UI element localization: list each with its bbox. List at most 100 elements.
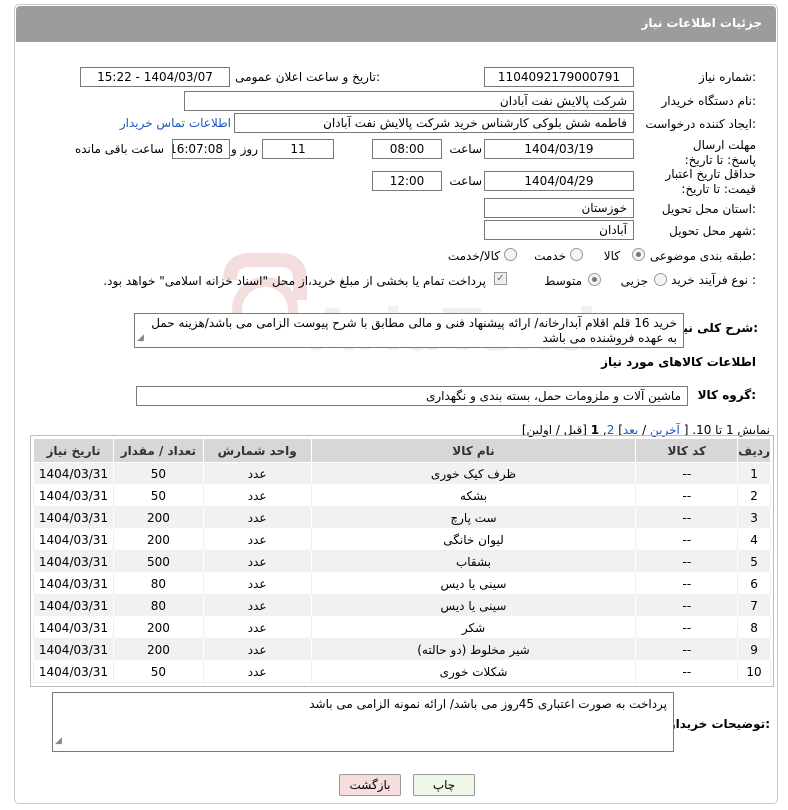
buyer-org-label: نام دستگاه خریدار: bbox=[661, 94, 757, 108]
items-table: ردیف کد کالا نام کالا واحد شمارش تعداد /… bbox=[33, 438, 771, 683]
cell-name: ظرف کیک خوری bbox=[310, 462, 637, 485]
process-radio-minor[interactable] bbox=[654, 273, 667, 286]
cell-row: 1 bbox=[737, 462, 771, 485]
category-label: طبقه بندی موضوعی: bbox=[649, 249, 756, 263]
cell-unit: عدد bbox=[202, 638, 312, 661]
cell-quantity: 80 bbox=[113, 594, 204, 617]
description-text: خرید 16 قلم اقلام آبدارخانه/ ارائه پیشنه… bbox=[151, 316, 677, 345]
cell-code: -- bbox=[635, 638, 739, 661]
price-validity-time-label: ساعت bbox=[449, 174, 482, 188]
cell-date: 1404/03/31 bbox=[33, 638, 114, 661]
category-radio-service[interactable] bbox=[570, 248, 583, 261]
cell-quantity: 200 bbox=[113, 506, 204, 529]
table-row: 3 -- ست پارچ عدد 200 1404/03/31 bbox=[33, 506, 771, 529]
payment-note: پرداخت تمام یا بخشی از مبلغ خرید،از محل … bbox=[103, 274, 486, 288]
description-textarea: خرید 16 قلم اقلام آبدارخانه/ ارائه پیشنه… bbox=[134, 313, 684, 348]
buyer-notes-textarea: پرداخت به صورت اعتباری 45روز می باشد/ ار… bbox=[52, 692, 674, 752]
province-label: استان محل تحویل: bbox=[661, 202, 756, 216]
cell-row: 4 bbox=[737, 528, 771, 551]
city-label: شهر محل تحویل: bbox=[669, 224, 756, 238]
cell-name: لیوان خانگی bbox=[310, 528, 637, 551]
cell-name: شکر bbox=[310, 616, 637, 639]
buyer-org-field: شرکت پالایش نفت آبادان bbox=[184, 91, 634, 111]
cell-row: 3 bbox=[737, 506, 771, 529]
cell-date: 1404/03/31 bbox=[33, 528, 114, 551]
cell-quantity: 50 bbox=[113, 484, 204, 507]
city-field: آبادان bbox=[484, 220, 634, 240]
table-row: 5 -- بشقاب عدد 500 1404/03/31 bbox=[33, 550, 771, 573]
treasury-payment-checkbox[interactable]: ✓ bbox=[494, 272, 507, 285]
cell-name: شکلات خوری bbox=[310, 660, 637, 683]
cell-quantity: 80 bbox=[113, 572, 204, 595]
cell-row: 7 bbox=[737, 594, 771, 617]
cell-code: -- bbox=[635, 506, 739, 529]
cell-name: ست پارچ bbox=[310, 506, 637, 529]
cell-code: -- bbox=[635, 462, 739, 485]
cell-date: 1404/03/31 bbox=[33, 550, 114, 573]
deadline-date-field: 1404/03/19 bbox=[484, 139, 634, 159]
need-number-field: 1104092179000791 bbox=[484, 67, 634, 87]
cell-name: سینی یا دیس bbox=[310, 594, 637, 617]
cell-unit: عدد bbox=[202, 506, 312, 529]
cell-name: سینی یا دیس bbox=[310, 572, 637, 595]
process-label: نوع فرآیند خرید : bbox=[671, 273, 756, 287]
cell-unit: عدد bbox=[202, 572, 312, 595]
cell-date: 1404/03/31 bbox=[33, 484, 114, 507]
cell-quantity: 50 bbox=[113, 660, 204, 683]
remaining-time-field: 16:07:08 bbox=[172, 139, 230, 159]
province-field: خوزستان bbox=[484, 198, 634, 218]
col-name-header: نام کالا bbox=[310, 438, 637, 463]
col-code-header: کد کالا bbox=[635, 438, 739, 463]
cell-code: -- bbox=[635, 616, 739, 639]
table-row: 6 -- سینی یا دیس عدد 80 1404/03/31 bbox=[33, 572, 771, 595]
resize-grip-icon[interactable]: ◢ bbox=[55, 732, 62, 750]
category-option-goods-service: کالا/خدمت bbox=[447, 249, 500, 263]
col-row-header: ردیف bbox=[737, 438, 771, 463]
announce-datetime-field: 1404/03/07 - 15:22 bbox=[80, 67, 230, 87]
goods-section-title: اطلاعات کالاهای مورد نیاز bbox=[601, 355, 756, 369]
cell-date: 1404/03/31 bbox=[33, 660, 114, 683]
cell-code: -- bbox=[635, 660, 739, 683]
print-button[interactable]: چاپ bbox=[413, 774, 475, 796]
cell-unit: عدد bbox=[202, 550, 312, 573]
process-option-medium: متوسط bbox=[544, 274, 582, 288]
table-row: 4 -- لیوان خانگی عدد 200 1404/03/31 bbox=[33, 528, 771, 551]
need-number-label: شماره نیاز: bbox=[698, 70, 756, 84]
cell-row: 5 bbox=[737, 550, 771, 573]
cell-unit: عدد bbox=[202, 528, 312, 551]
cell-row: 10 bbox=[737, 660, 771, 683]
cell-row: 2 bbox=[737, 484, 771, 507]
days-label: روز و bbox=[231, 142, 258, 156]
col-quantity-header: تعداد / مقدار bbox=[113, 438, 204, 463]
table-row: 2 -- بشکه عدد 50 1404/03/31 bbox=[33, 484, 771, 507]
goods-group-label: گروه کالا: bbox=[697, 388, 756, 402]
cell-date: 1404/03/31 bbox=[33, 616, 114, 639]
cell-row: 8 bbox=[737, 616, 771, 639]
process-radio-medium[interactable] bbox=[588, 273, 601, 286]
price-validity-label: حداقل تاریخ اعتبار قیمت: تا تاریخ: bbox=[665, 167, 756, 196]
cell-unit: عدد bbox=[202, 616, 312, 639]
cell-name: بشکه bbox=[310, 484, 637, 507]
col-unit-header: واحد شمارش bbox=[202, 438, 312, 463]
deadline-time-field: 08:00 bbox=[372, 139, 442, 159]
cell-code: -- bbox=[635, 594, 739, 617]
cell-unit: عدد bbox=[202, 484, 312, 507]
category-radio-goods-service[interactable] bbox=[504, 248, 517, 261]
announce-label: تاریخ و ساعت اعلان عمومی: bbox=[235, 70, 380, 84]
cell-quantity: 200 bbox=[113, 638, 204, 661]
cell-name: شیر مخلوط (دو حالته) bbox=[310, 638, 637, 661]
buyer-notes-text: پرداخت به صورت اعتباری 45روز می باشد/ ار… bbox=[309, 697, 667, 711]
requester-field: فاطمه شش بلوکی کارشناس خرید شرکت پالایش … bbox=[234, 113, 634, 133]
buyer-contact-link[interactable]: اطلاعات تماس خریدار bbox=[120, 116, 231, 130]
table-row: 1 -- ظرف کیک خوری عدد 50 1404/03/31 bbox=[33, 462, 771, 485]
description-label: شرح کلی نیاز: bbox=[672, 321, 758, 335]
cell-row: 6 bbox=[737, 572, 771, 595]
price-validity-time-field: 12:00 bbox=[372, 171, 442, 191]
table-row: 7 -- سینی یا دیس عدد 80 1404/03/31 bbox=[33, 594, 771, 617]
days-remaining-field: 11 bbox=[262, 139, 334, 159]
category-option-goods: کالا bbox=[603, 249, 620, 263]
goods-group-field: ماشین آلات و ملزومات حمل، بسته بندی و نگ… bbox=[136, 386, 688, 406]
resize-grip-icon[interactable]: ◢ bbox=[137, 331, 144, 346]
back-button[interactable]: بازگشت bbox=[339, 774, 401, 796]
category-radio-goods[interactable] bbox=[632, 248, 645, 261]
